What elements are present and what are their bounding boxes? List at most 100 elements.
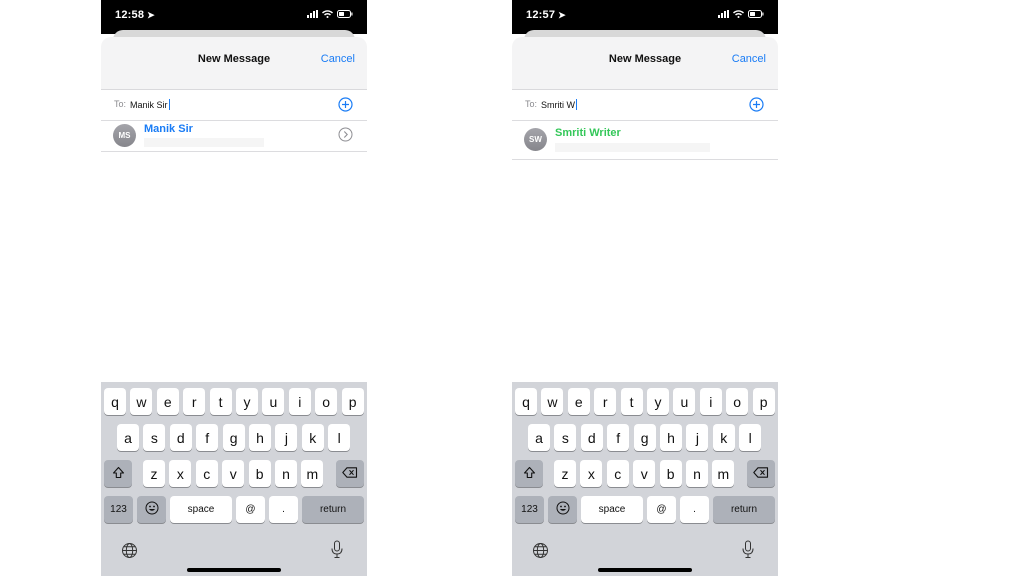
key-y[interactable]: y xyxy=(647,388,669,415)
status-icons xyxy=(307,10,353,18)
key-h[interactable]: h xyxy=(660,424,682,451)
key-i[interactable]: i xyxy=(699,388,722,415)
key-q[interactable]: q xyxy=(104,388,126,415)
key-z[interactable]: z xyxy=(554,460,576,487)
key-x[interactable]: x xyxy=(169,460,192,487)
add-contact-icon[interactable] xyxy=(749,97,764,117)
key-c[interactable]: c xyxy=(195,460,218,487)
shift-key[interactable] xyxy=(515,460,543,487)
status-icons xyxy=(718,10,764,18)
key-b[interactable]: b xyxy=(248,460,271,487)
home-indicator[interactable] xyxy=(187,568,281,572)
microphone-icon[interactable] xyxy=(331,540,343,564)
globe-icon[interactable] xyxy=(121,542,138,564)
key-u[interactable]: u xyxy=(673,388,696,415)
battery-icon xyxy=(337,10,353,18)
avatar: SW xyxy=(524,128,547,151)
shift-key[interactable] xyxy=(104,460,132,487)
key-f[interactable]: f xyxy=(607,424,630,451)
emoji-key[interactable] xyxy=(548,496,577,523)
recipient-input[interactable]: Manik Sir xyxy=(130,99,170,110)
key-m[interactable]: m xyxy=(712,460,735,487)
globe-icon[interactable] xyxy=(532,542,549,564)
key-j[interactable]: j xyxy=(686,424,709,451)
emoji-icon xyxy=(556,501,570,518)
key-o[interactable]: o xyxy=(726,388,749,415)
key-a[interactable]: a xyxy=(117,424,139,451)
recipient-row[interactable]: To: Smriti W xyxy=(512,90,778,121)
recipient-input[interactable]: Smriti W xyxy=(541,99,577,110)
key-q[interactable]: q xyxy=(515,388,537,415)
numbers-key[interactable]: 123 xyxy=(515,496,544,523)
key-j[interactable]: j xyxy=(275,424,298,451)
key-n[interactable]: n xyxy=(686,460,708,487)
key-t[interactable]: t xyxy=(620,388,643,415)
key-e[interactable]: e xyxy=(567,388,590,415)
key-g[interactable]: g xyxy=(633,424,656,451)
key-z[interactable]: z xyxy=(143,460,165,487)
key-o[interactable]: o xyxy=(315,388,338,415)
cellular-signal-icon xyxy=(718,10,729,18)
key-m[interactable]: m xyxy=(301,460,324,487)
key-d[interactable]: d xyxy=(169,424,192,451)
battery-icon xyxy=(748,10,764,18)
return-key[interactable]: return xyxy=(713,496,775,523)
at-key[interactable]: @ xyxy=(647,496,676,523)
key-p[interactable]: p xyxy=(341,388,364,415)
key-t[interactable]: t xyxy=(209,388,232,415)
key-x[interactable]: x xyxy=(580,460,603,487)
status-time-text: 12:58 xyxy=(115,9,145,21)
add-contact-icon[interactable] xyxy=(338,97,353,117)
key-y[interactable]: y xyxy=(236,388,258,415)
period-key[interactable]: . xyxy=(680,496,709,523)
key-g[interactable]: g xyxy=(222,424,245,451)
period-key[interactable]: . xyxy=(269,496,298,523)
key-i[interactable]: i xyxy=(288,388,311,415)
status-time-text: 12:57 xyxy=(526,9,556,21)
avatar: MS xyxy=(113,124,136,147)
wifi-icon xyxy=(322,10,333,18)
key-n[interactable]: n xyxy=(275,460,297,487)
key-v[interactable]: v xyxy=(222,460,245,487)
key-b[interactable]: b xyxy=(659,460,682,487)
recipient-row[interactable]: To: Manik Sir xyxy=(101,90,367,121)
microphone-icon[interactable] xyxy=(742,540,754,564)
delete-key[interactable] xyxy=(336,460,364,487)
key-p[interactable]: p xyxy=(752,388,775,415)
key-k[interactable]: k xyxy=(301,424,324,451)
key-s[interactable]: s xyxy=(554,424,577,451)
key-e[interactable]: e xyxy=(156,388,179,415)
key-r[interactable]: r xyxy=(594,388,617,415)
home-indicator[interactable] xyxy=(598,568,692,572)
cellular-signal-icon xyxy=(307,10,318,18)
contact-info-icon[interactable] xyxy=(338,127,353,147)
key-l[interactable]: l xyxy=(328,424,351,451)
to-label: To: xyxy=(525,99,538,109)
contact-suggestion[interactable]: MS Manik Sir xyxy=(101,121,367,152)
key-w[interactable]: w xyxy=(541,388,564,415)
key-l[interactable]: l xyxy=(739,424,762,451)
key-c[interactable]: c xyxy=(606,460,629,487)
contact-name: Smriti Writer xyxy=(555,127,621,139)
recipient-input-text: Manik Sir xyxy=(130,100,168,110)
key-r[interactable]: r xyxy=(183,388,206,415)
key-f[interactable]: f xyxy=(196,424,219,451)
numbers-key[interactable]: 123 xyxy=(104,496,133,523)
key-s[interactable]: s xyxy=(143,424,166,451)
emoji-key[interactable] xyxy=(137,496,166,523)
return-key[interactable]: return xyxy=(302,496,364,523)
delete-key[interactable] xyxy=(747,460,775,487)
cancel-button[interactable]: Cancel xyxy=(321,53,355,65)
cancel-button[interactable]: Cancel xyxy=(732,53,766,65)
at-key[interactable]: @ xyxy=(236,496,265,523)
key-a[interactable]: a xyxy=(528,424,550,451)
key-v[interactable]: v xyxy=(633,460,656,487)
key-k[interactable]: k xyxy=(712,424,735,451)
key-d[interactable]: d xyxy=(580,424,603,451)
space-key[interactable]: space xyxy=(581,496,643,523)
key-u[interactable]: u xyxy=(262,388,285,415)
key-h[interactable]: h xyxy=(249,424,271,451)
space-key[interactable]: space xyxy=(170,496,232,523)
contact-suggestion[interactable]: SW Smriti Writer xyxy=(512,121,778,160)
key-w[interactable]: w xyxy=(130,388,153,415)
